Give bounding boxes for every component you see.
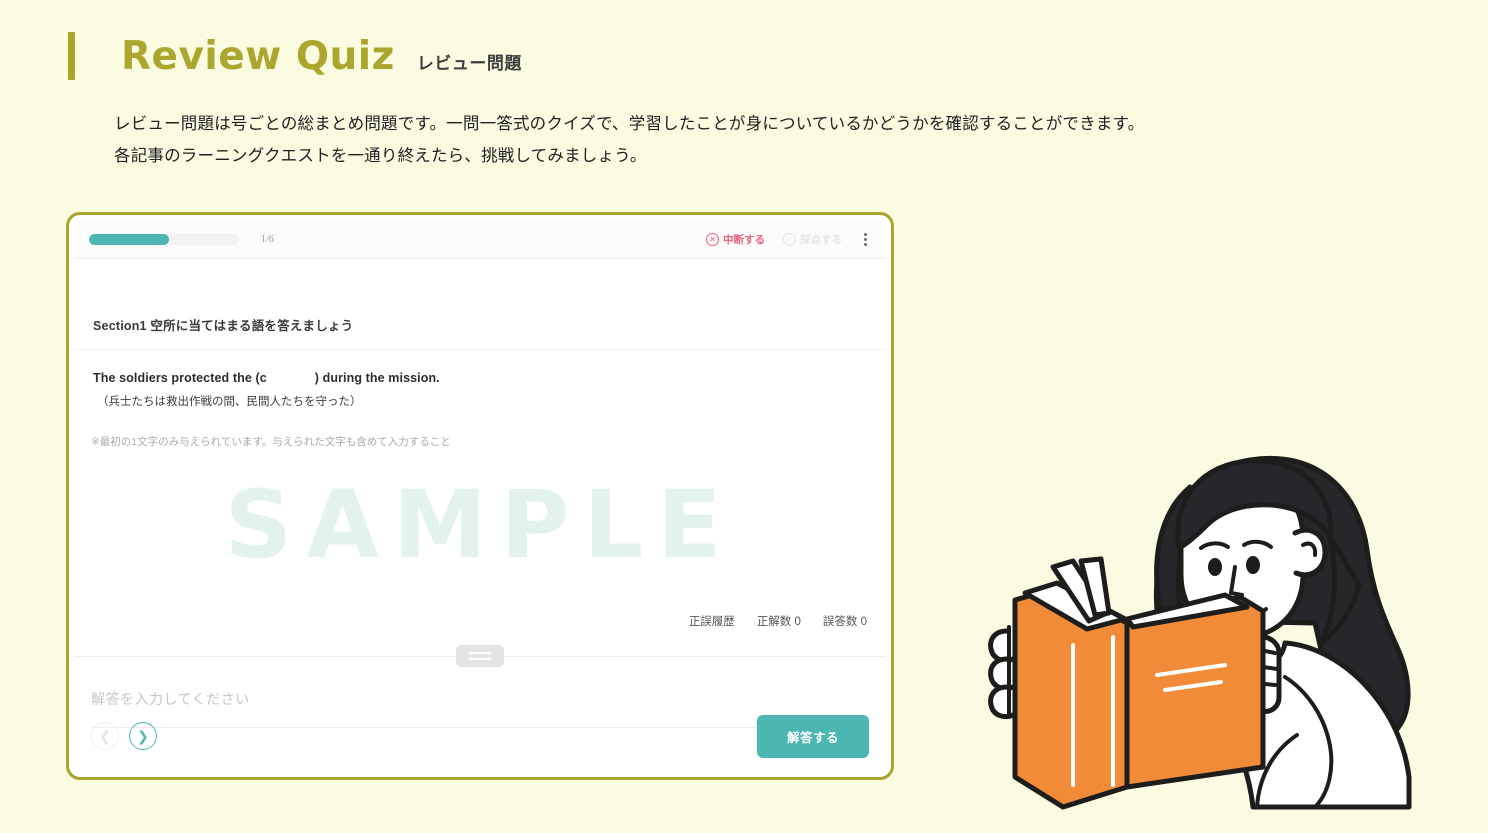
kebab-menu-icon[interactable] [864, 233, 867, 246]
title-accent-bar [68, 32, 75, 80]
abort-quiz-label: 中断する [723, 234, 765, 246]
intro-line-1: レビュー問題は号ごとの総まとめ問題です。一問一答式のクイズで、学習したことが身に… [114, 115, 1145, 133]
intro-line-2: 各記事のラーニングクエストを一通り終えたら、挑戦してみましょう。 [114, 147, 647, 166]
circle-check-icon: ✓ [783, 233, 796, 246]
submit-answer-button[interactable]: 解答する [756, 714, 869, 758]
quiz-card: 1/6 ✕ 中断する ✓ 採点する Section1 空所に当てはまる語を答えま… [66, 212, 894, 780]
quiz-nav-group: ❮ ❯ [91, 722, 157, 750]
question-english: The soldiers protected the (c ) during th… [93, 371, 440, 385]
section-title: Section1 空所に当てはまる語を答えましょう [93, 319, 354, 333]
quiz-stats: 正誤履歴 正解数 0 誤答数 0 [689, 613, 867, 629]
progress-bar [89, 234, 239, 245]
quiz-footer: ❮ ❯ 解答する [75, 701, 885, 771]
title-row: Review Quiz レビュー問題 [121, 34, 522, 79]
quiz-topbar: 1/6 ✕ 中断する ✓ 採点する [75, 221, 885, 259]
abort-quiz-button[interactable]: ✕ 中断する [706, 232, 765, 247]
progress-bar-fill [89, 234, 169, 245]
section-divider [75, 349, 885, 350]
question-english-after: ) during the mission. [314, 371, 440, 385]
panel-drag-handle[interactable] [456, 645, 504, 667]
grade-quiz-label: 採点する [800, 234, 842, 246]
page-title: Review Quiz [121, 34, 395, 79]
circle-x-icon: ✕ [706, 233, 719, 246]
page-header: Review Quiz レビュー問題 [68, 32, 522, 80]
chevron-left-icon[interactable]: ❮ [91, 722, 119, 750]
quiz-body: Section1 空所に当てはまる語を答えましょう The soldiers p… [75, 259, 885, 771]
quiz-card-inner: 1/6 ✕ 中断する ✓ 採点する Section1 空所に当てはまる語を答えま… [75, 221, 885, 771]
stat-history[interactable]: 正誤履歴 [689, 613, 735, 629]
illustration-woman-reading-book [985, 415, 1455, 810]
chevron-right-icon[interactable]: ❯ [129, 722, 157, 750]
sample-watermark: SAMPLE [224, 471, 736, 580]
stat-correct-count: 正解数 0 [756, 616, 801, 628]
intro-paragraph: レビュー問題は号ごとの総まとめ問題です。一問一答式のクイズで、学習したことが身に… [114, 108, 1144, 172]
question-note: ※最初の1文字のみ与えられています。与えられた文字も含めて入力すること [91, 436, 451, 448]
progress-label: 1/6 [261, 234, 274, 245]
grade-quiz-button[interactable]: ✓ 採点する [783, 232, 842, 247]
question-english-before: The soldiers protected the (c [93, 371, 267, 385]
page-subtitle: レビュー問題 [416, 54, 522, 73]
question-japanese: （兵士たちは救出作戦の間、民間人たちを守った） [97, 396, 362, 408]
stat-incorrect-count: 誤答数 0 [822, 616, 867, 628]
